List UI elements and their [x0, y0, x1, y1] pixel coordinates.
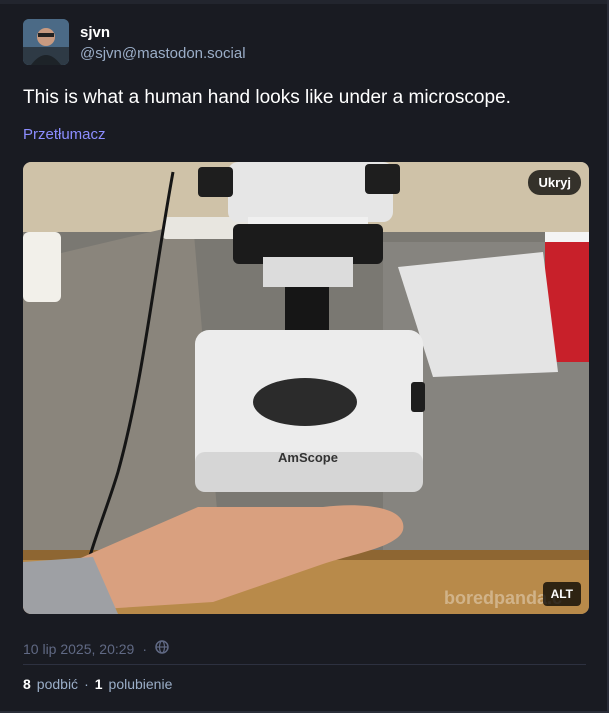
account-handle[interactable]: @sjvn@mastodon.social [80, 45, 246, 62]
boosts-label[interactable]: podbić [37, 676, 78, 692]
status-card: sjvn @sjvn@mastodon.social This is what … [0, 0, 609, 713]
media-attachment[interactable]: AmScope boredpanda.c Ukryj ALT [23, 162, 589, 614]
stats-separator: · [84, 676, 89, 692]
status-text: This is what a human hand looks like und… [23, 87, 511, 108]
alt-text-button[interactable]: ALT [542, 582, 581, 606]
favourites-label[interactable]: polubienie [109, 676, 173, 692]
avatar[interactable] [23, 19, 69, 65]
translate-button[interactable]: Przetłumacz [23, 126, 106, 143]
timestamp[interactable]: 10 lip 2025, 20:29 [23, 641, 134, 657]
display-name[interactable]: sjvn [80, 24, 110, 41]
hide-media-button[interactable]: Ukryj [528, 170, 581, 195]
top-border [0, 0, 609, 4]
favourites-count[interactable]: 1 [95, 676, 103, 692]
microscope-photo: AmScope boredpanda.c [23, 162, 589, 614]
divider [23, 664, 586, 665]
globe-icon [155, 640, 169, 657]
meta-separator: · [142, 640, 147, 657]
brand-label: AmScope [278, 450, 338, 465]
boosts-count[interactable]: 8 [23, 676, 31, 692]
status-stats: 8 podbić · 1 polubienie [23, 676, 172, 692]
status-meta: 10 lip 2025, 20:29 · [23, 640, 169, 657]
